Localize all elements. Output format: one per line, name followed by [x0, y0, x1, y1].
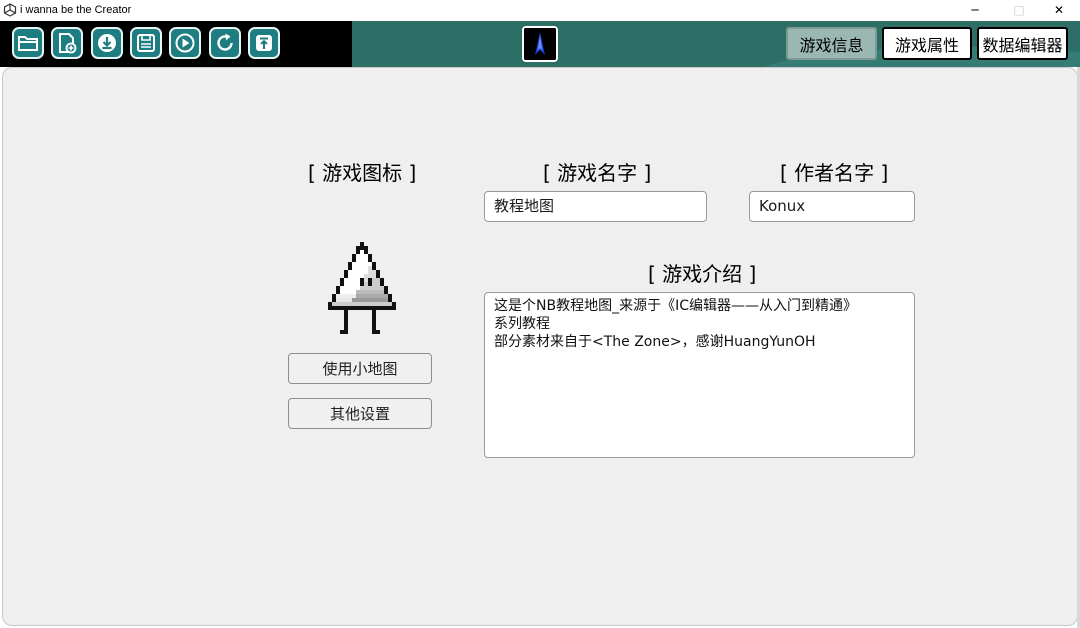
- new-file-icon: [59, 33, 77, 54]
- game-icon-heading: [ 游戏图标 ]: [308, 161, 417, 185]
- upload-button[interactable]: [248, 27, 280, 59]
- refresh-icon: [217, 33, 233, 51]
- save-button[interactable]: [130, 27, 162, 59]
- game-name-heading: [ 游戏名字 ]: [543, 161, 652, 185]
- author-name-heading: [ 作者名字 ]: [780, 161, 889, 185]
- game-character-icon[interactable]: [324, 242, 400, 338]
- game-thumbnail-icon[interactable]: [522, 26, 558, 62]
- description-line: 这是个NB教程地图_来源于《IC编辑器——从入门到精通》: [494, 298, 857, 314]
- title-bar: i wanna be the Creator ─ □ ✕: [0, 0, 1080, 21]
- tab-game-info[interactable]: 游戏信息: [786, 27, 877, 60]
- description-line: 部分素材来自于<The Zone>，感谢HuangYunOH: [494, 334, 816, 350]
- play-button[interactable]: [169, 27, 201, 59]
- open-folder-button[interactable]: [12, 27, 44, 59]
- description-textarea[interactable]: 这是个NB教程地图_来源于《IC编辑器——从入门到精通》 系列教程 部分素材来自…: [484, 292, 915, 458]
- other-settings-button[interactable]: 其他设置: [288, 398, 432, 429]
- tab-data-editor[interactable]: 数据编辑器: [977, 27, 1068, 60]
- download-button[interactable]: [91, 27, 123, 59]
- folder-icon: [18, 36, 38, 51]
- description-line: 系列教程: [494, 316, 550, 332]
- maximize-button[interactable]: □: [998, 0, 1040, 21]
- download-icon: [98, 34, 116, 52]
- toolbar: 游戏信息 游戏属性 数据编辑器: [0, 21, 1080, 67]
- author-name-field[interactable]: Konux: [749, 191, 915, 222]
- save-icon: [137, 34, 155, 52]
- play-icon: [175, 33, 195, 53]
- description-heading: [ 游戏介绍 ]: [648, 262, 757, 286]
- tab-game-properties[interactable]: 游戏属性: [882, 27, 972, 60]
- game-name-field[interactable]: 教程地图: [484, 191, 707, 222]
- minimize-button[interactable]: ─: [954, 0, 996, 21]
- new-file-button[interactable]: [51, 27, 83, 59]
- close-button[interactable]: ✕: [1038, 0, 1080, 21]
- window-title: i wanna be the Creator: [20, 4, 132, 16]
- refresh-button[interactable]: [209, 27, 241, 59]
- thumbnail-art: [524, 28, 556, 60]
- unity-logo-icon: [3, 3, 17, 17]
- upload-icon: [256, 35, 272, 51]
- use-minimap-button[interactable]: 使用小地图: [288, 353, 432, 384]
